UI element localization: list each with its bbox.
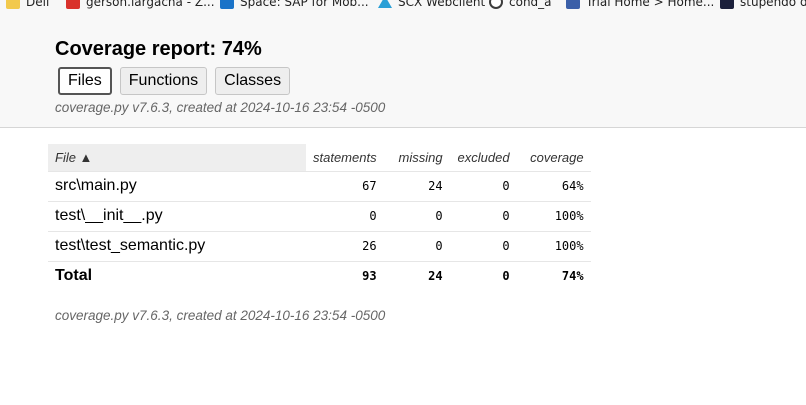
total-coverage: 74% [561, 269, 584, 284]
file-link-main[interactable]: src\main.py [55, 177, 137, 194]
total-label: Total [55, 267, 93, 285]
bookmark-label: stupendo di [740, 0, 806, 9]
table-row: src\main.py 67 24 0 64% [48, 171, 591, 202]
sap-icon [220, 0, 234, 9]
statements-cell: 26 [306, 231, 384, 262]
bookmark-gerson[interactable]: gerson.largacha - Z... [66, 0, 215, 10]
bookmark-label: cond_a [509, 0, 552, 9]
excluded-cell: 0 [449, 201, 517, 232]
missing-cell: 0 [383, 231, 450, 262]
excluded-cell: 0 [449, 171, 517, 202]
file-link-test-init[interactable]: test\__init__.py [55, 207, 163, 224]
tab-functions[interactable]: Functions [119, 67, 208, 95]
bookmark-trial-home[interactable]: Trial Home > Home... [566, 0, 714, 10]
footer-created-info: coverage.py v7.6.3, created at 2024-10-1… [55, 308, 386, 323]
bookmark-cond-a[interactable]: cond_a [489, 0, 552, 10]
bookmark-label: Space: SAP for Mob... [240, 0, 369, 9]
coverage-cell: 100% [516, 231, 591, 262]
trial-icon [566, 0, 580, 9]
total-statements: 93 [362, 269, 377, 284]
missing-cell: 0 [383, 201, 450, 232]
bookmark-label: gerson.largacha - Z... [86, 0, 215, 9]
tab-classes[interactable]: Classes [215, 67, 291, 95]
wordpress-icon [489, 0, 503, 9]
column-header-excluded[interactable]: excluded [449, 144, 517, 172]
column-header-coverage[interactable]: coverage [516, 144, 591, 172]
created-info: coverage.py v7.6.3, created at 2024-10-1… [55, 100, 386, 115]
folder-icon [6, 0, 20, 9]
bookmark-label: Trial Home > Home... [586, 0, 715, 9]
column-header-missing[interactable]: missing [383, 144, 450, 172]
coverage-cell: 64% [516, 171, 591, 202]
statements-cell: 67 [306, 171, 384, 202]
coverage-cell: 100% [516, 201, 591, 232]
column-header-file[interactable]: File ▲ [48, 144, 306, 172]
table-row: test\test_semantic.py 26 0 0 100% [48, 231, 591, 262]
page-title: Coverage report: 74% [55, 38, 262, 60]
report-header: Coverage report: 74% Files Functions Cla… [0, 10, 806, 128]
statements-cell: 0 [306, 201, 384, 232]
bookmark-scx[interactable]: SCX Webclient [378, 0, 485, 10]
z-app-icon [66, 0, 80, 9]
l-app-icon [720, 0, 734, 9]
excluded-cell: 0 [449, 231, 517, 262]
bookmarks-bar: Dell gerson.largacha - Z... Space: SAP f… [0, 0, 806, 10]
view-tabs: Files Functions Classes [58, 67, 291, 95]
total-missing: 24 [428, 269, 443, 284]
table-header-row: File ▲ statements missing excluded cover… [48, 144, 591, 172]
bookmark-sap[interactable]: Space: SAP for Mob... [220, 0, 369, 10]
scx-icon [378, 0, 392, 8]
bookmark-label: SCX Webclient [398, 0, 486, 9]
bookmark-label: Dell [26, 0, 50, 9]
table-row: test\__init__.py 0 0 0 100% [48, 201, 591, 232]
coverage-table: File ▲ statements missing excluded cover… [48, 144, 591, 291]
tab-files[interactable]: Files [58, 67, 112, 95]
file-link-test-semantic[interactable]: test\test_semantic.py [55, 237, 205, 254]
column-header-statements[interactable]: statements [306, 144, 384, 172]
total-row: Total 93 24 0 74% [48, 261, 591, 291]
bookmark-stupendo[interactable]: stupendo di [720, 0, 806, 10]
total-excluded: 0 [502, 269, 510, 284]
missing-cell: 24 [383, 171, 450, 202]
bookmark-dell[interactable]: Dell [6, 0, 49, 10]
